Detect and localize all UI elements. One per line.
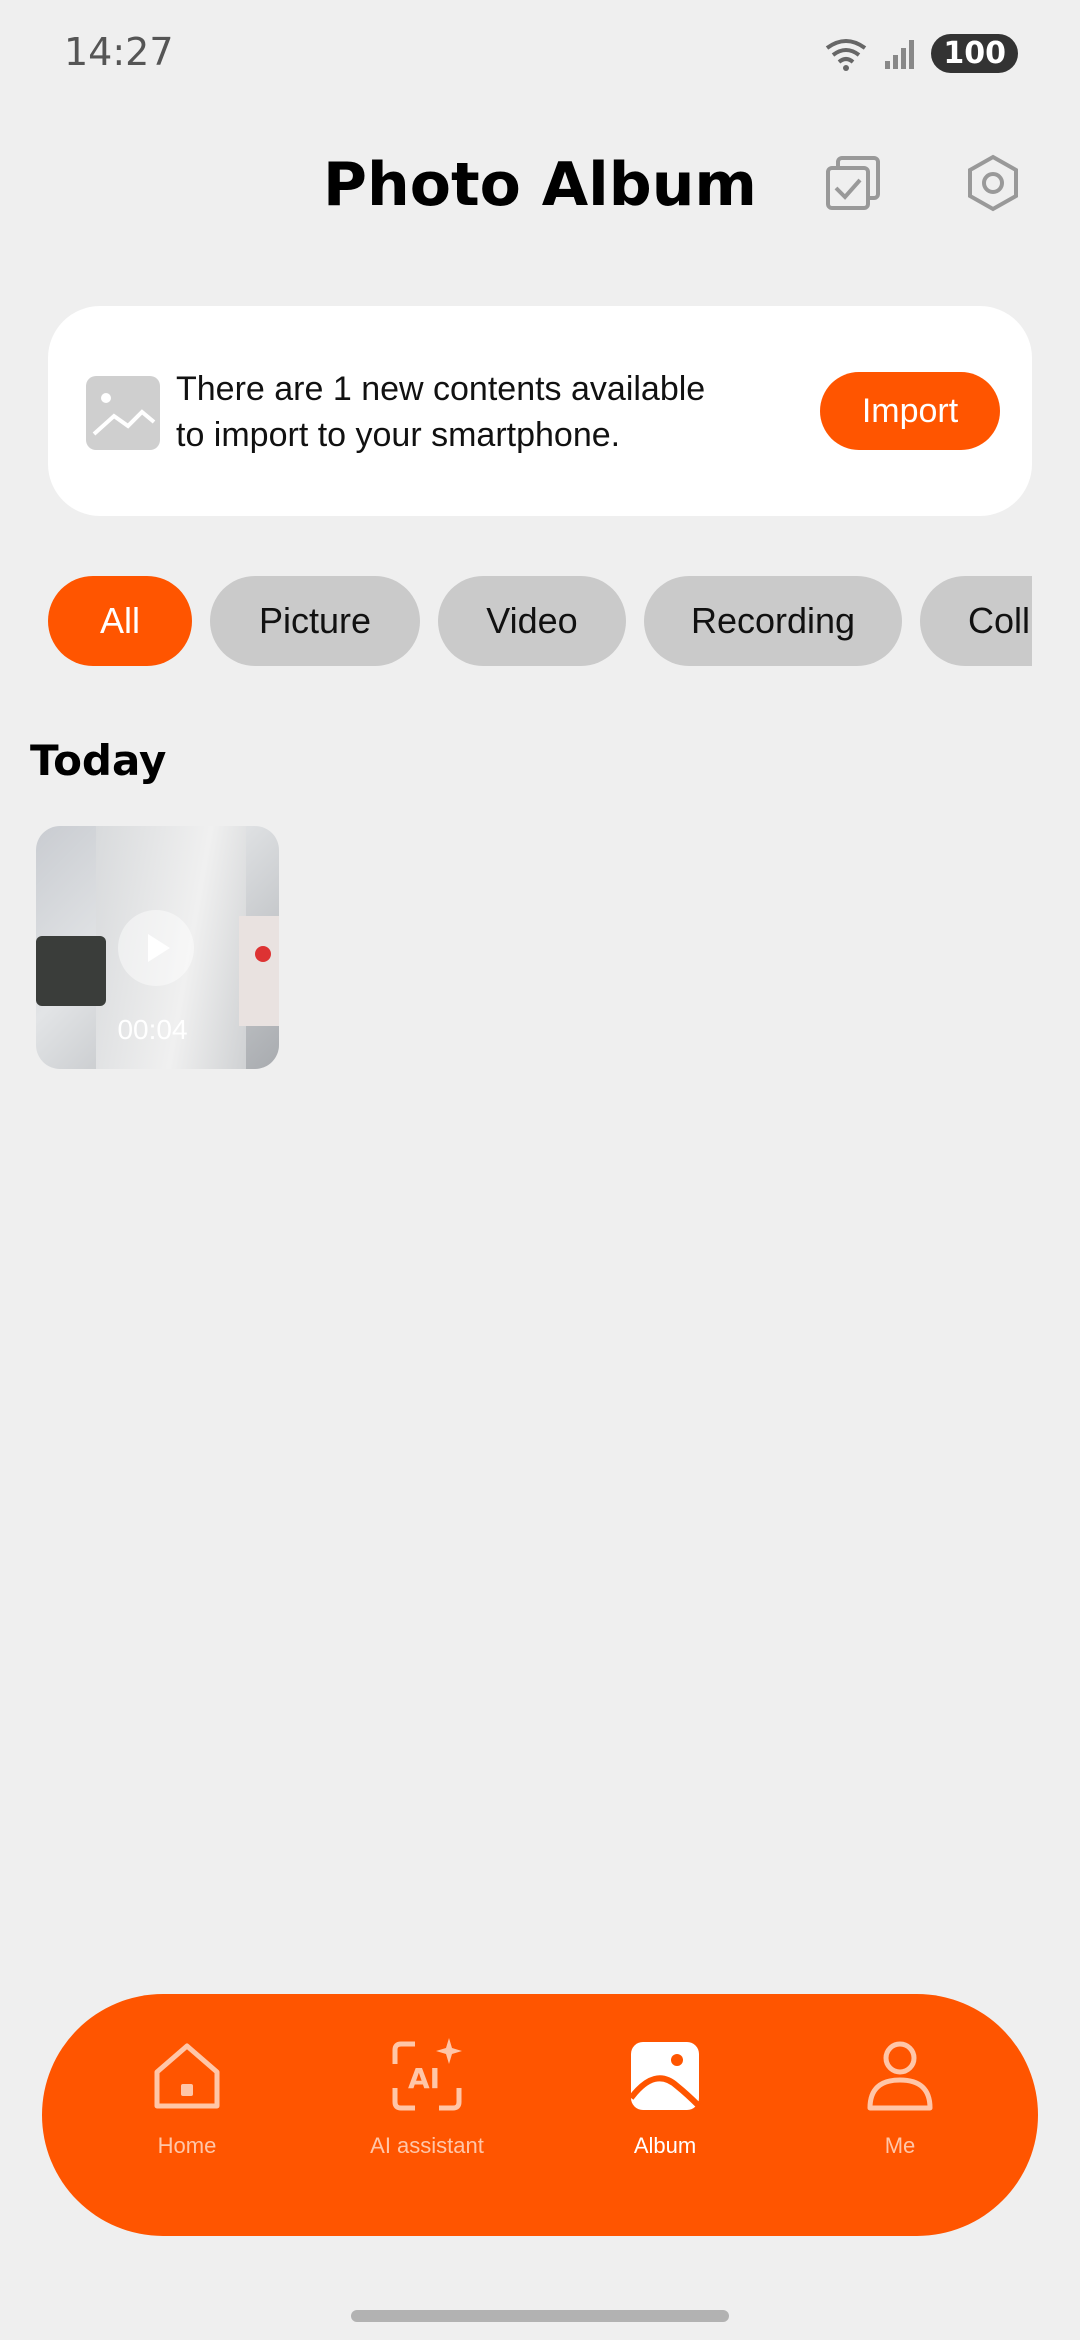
home-icon <box>154 2043 220 2109</box>
battery-indicator: 100 <box>931 34 1018 73</box>
signal-icon <box>885 39 915 69</box>
nav-item-me[interactable]: Me <box>800 2036 1000 2206</box>
ai-assistant-icon: AI <box>392 2038 462 2111</box>
filter-chip-collection[interactable]: Coll <box>920 576 1032 666</box>
multi-select-icon <box>826 156 880 210</box>
video-thumbnail[interactable]: 00:04 <box>36 826 279 1069</box>
select-button[interactable] <box>818 148 888 218</box>
filter-chip-picture[interactable]: Picture <box>210 576 420 666</box>
play-icon <box>118 910 194 986</box>
status-icons: 100 <box>823 34 1018 73</box>
video-duration: 00:04 <box>117 1014 188 1045</box>
settings-button[interactable] <box>958 148 1028 218</box>
bottom-nav: Home AI AI assistant Album Me <box>42 1994 1038 2236</box>
nav-item-ai-assistant[interactable]: AI AI assistant <box>327 2036 527 2206</box>
album-icon <box>628 2042 702 2110</box>
home-indicator[interactable] <box>351 2310 729 2322</box>
filter-chips: All Picture Video Recording Coll <box>48 576 1032 668</box>
nav-item-album[interactable]: Album <box>565 2036 765 2206</box>
user-icon <box>867 2041 933 2111</box>
nav-item-home[interactable]: Home <box>87 2036 287 2206</box>
settings-icon <box>968 154 1018 212</box>
image-placeholder-icon <box>86 376 160 450</box>
import-button[interactable]: Import <box>820 372 1000 450</box>
filter-chip-video[interactable]: Video <box>438 576 626 666</box>
import-banner: There are 1 new contents available to im… <box>48 306 1032 516</box>
nav-label-ai-assistant: AI assistant <box>370 2133 484 2158</box>
nav-label-home: Home <box>157 2133 217 2158</box>
filter-chip-all[interactable]: All <box>48 576 192 666</box>
svg-text:AI: AI <box>408 2062 440 2095</box>
status-time: 14:27 <box>64 30 174 74</box>
nav-label-album: Album <box>633 2133 697 2158</box>
page-title: Photo Album <box>323 150 757 220</box>
status-bar: 14:27 100 <box>0 0 1080 110</box>
section-title: Today <box>30 736 167 785</box>
filter-chip-recording[interactable]: Recording <box>644 576 902 666</box>
banner-message: There are 1 new contents available to im… <box>176 370 706 454</box>
wifi-icon <box>826 38 867 71</box>
nav-label-me: Me <box>884 2133 916 2158</box>
header: Photo Album <box>0 130 1080 250</box>
